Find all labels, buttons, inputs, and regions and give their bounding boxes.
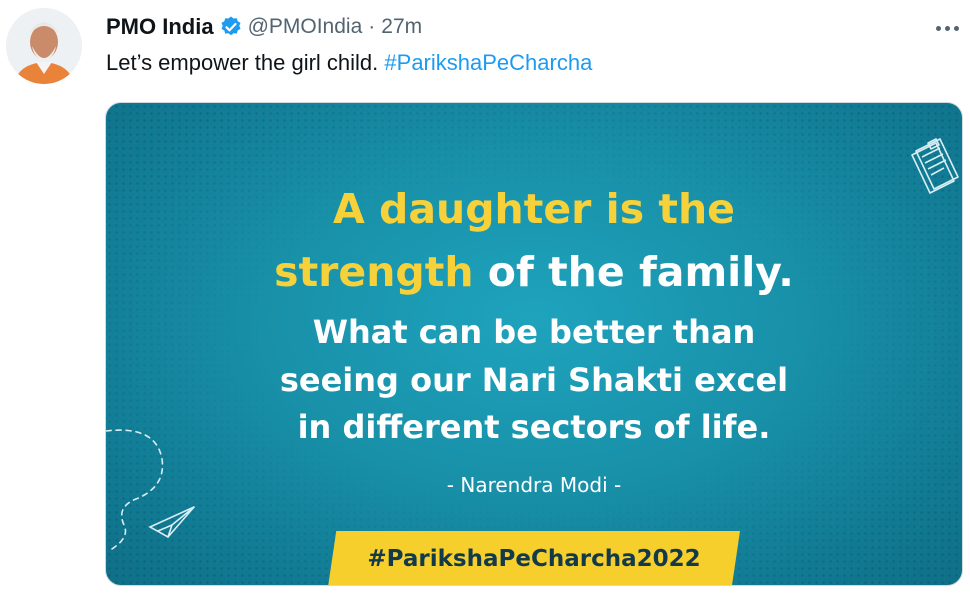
quote-highlight: strength [274, 248, 474, 296]
separator-dot: · [368, 15, 376, 38]
more-options-icon[interactable] [930, 14, 964, 42]
author-handle[interactable]: @PMOIndia [248, 15, 363, 39]
quote-line-3: What can be better than [312, 313, 756, 351]
tweet-timestamp[interactable]: 27m [381, 15, 422, 39]
tweet-header: PMO India @PMOIndia · 27m [106, 12, 422, 42]
avatar-image [6, 8, 82, 84]
quote-line-5: in different sectors of life. [297, 408, 771, 446]
quote-line-4: seeing our Nari Shakti excel [279, 361, 789, 399]
quote-line-2: strength of the family. [106, 248, 962, 296]
hashtag-link[interactable]: #ParikshaPeCharcha [384, 50, 592, 75]
tweet-media-image[interactable]: A daughter is the strength of the family… [105, 102, 963, 586]
verified-badge-icon [221, 16, 241, 36]
author-name[interactable]: PMO India [106, 14, 214, 40]
paper-plane-doodle-icon [106, 429, 195, 550]
quote-line-2-rest: of the family. [473, 248, 794, 296]
tweet-text-plain: Let’s empower the girl child. [106, 50, 385, 75]
banner-hashtag: #ParikshaPeCharcha2022 [367, 546, 701, 572]
avatar[interactable] [6, 8, 82, 84]
quote-line-1: A daughter is the [333, 185, 735, 233]
tweet-text: Let’s empower the girl child. #ParikshaP… [106, 50, 592, 76]
hashtag-banner: #ParikshaPeCharcha2022 [328, 531, 740, 585]
quote-author: - Narendra Modi - [446, 473, 622, 497]
